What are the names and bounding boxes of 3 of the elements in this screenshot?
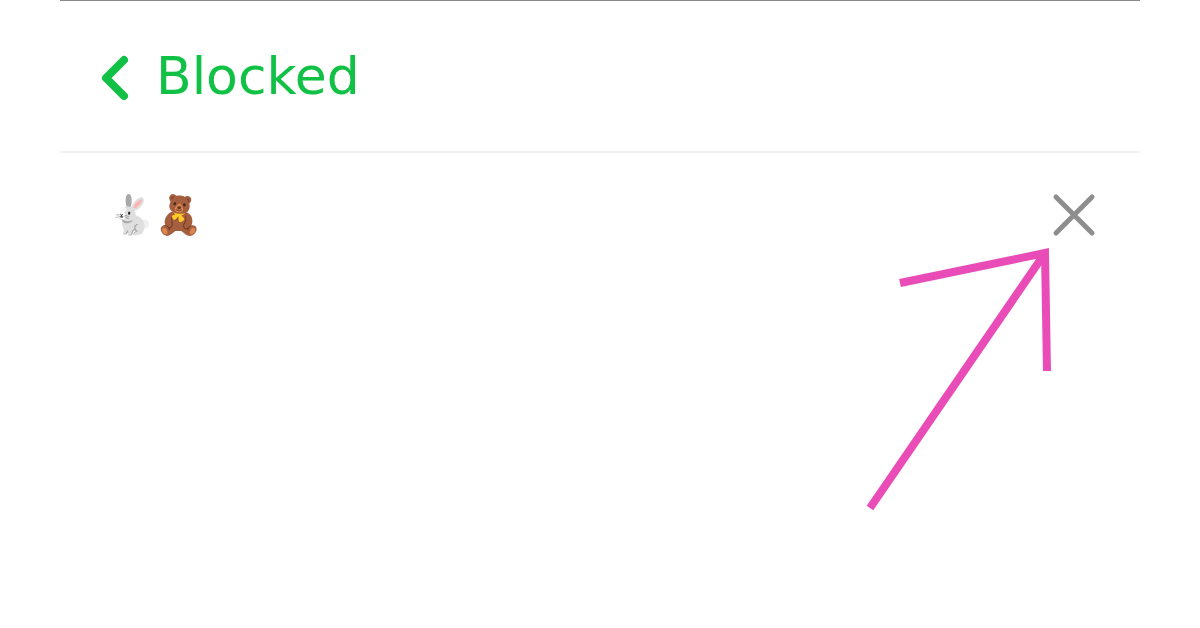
user-name: 🐇🧸 <box>108 196 202 234</box>
close-icon[interactable] <box>1052 193 1096 237</box>
page-title: Blocked <box>156 45 360 108</box>
